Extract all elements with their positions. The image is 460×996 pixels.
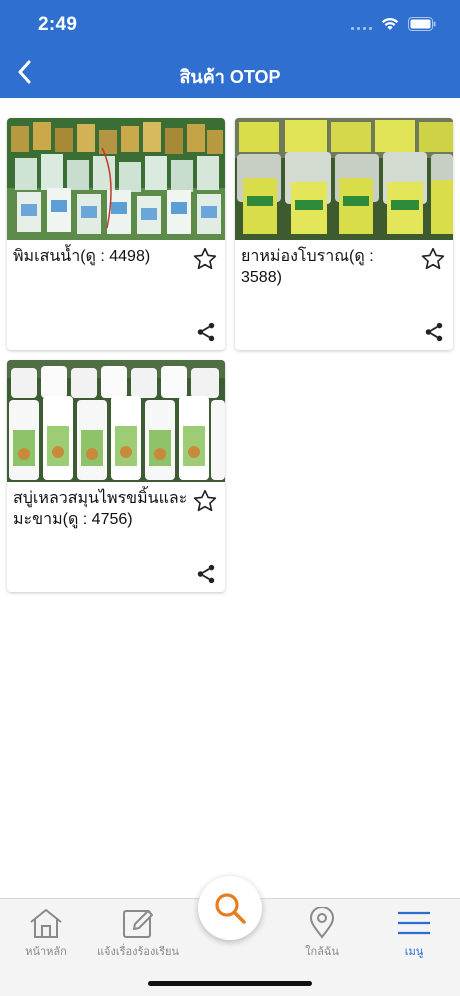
product-title: ยาหม่องโบราณ(ดู : 3588) — [241, 248, 374, 286]
search-button[interactable] — [198, 876, 262, 940]
product-image — [235, 118, 453, 240]
hamburger-menu-icon — [398, 911, 430, 935]
star-outline-icon — [193, 247, 217, 270]
share-button[interactable] — [423, 321, 445, 343]
status-icons — [351, 16, 436, 31]
home-icon — [30, 909, 62, 938]
product-card[interactable]: พิมเสนน้ำ(ดู : 4498) — [7, 118, 225, 350]
status-time: 2:49 — [38, 14, 78, 35]
product-card[interactable]: สบู่เหลวสมุนไพรขมิ้นและมะขาม(ดู : 4756) — [7, 360, 225, 592]
product-image — [7, 118, 225, 240]
page-title: สินค้า OTOP — [179, 67, 281, 87]
star-outline-icon — [193, 489, 217, 512]
location-pin-icon — [309, 907, 335, 939]
share-icon — [197, 322, 215, 342]
product-title: พิมเสนน้ำ(ดู : 4498) — [13, 248, 151, 265]
tab-report[interactable]: แจ้งเรื่องร้องเรียน — [92, 907, 184, 960]
search-icon — [215, 893, 246, 924]
home-indicator — [148, 981, 312, 986]
tab-home[interactable]: หน้าหลัก — [0, 907, 92, 960]
signal-icon — [351, 18, 372, 30]
favorite-button[interactable] — [192, 246, 218, 272]
wifi-icon — [380, 16, 400, 31]
share-button[interactable] — [195, 563, 217, 585]
product-title: สบู่เหลวสมุนไพรขมิ้นและมะขาม(ดู : 4756) — [13, 490, 188, 528]
star-outline-icon — [421, 247, 445, 270]
edit-icon — [123, 910, 153, 938]
app-header: 2:49 สินค้า OTOP — [0, 0, 460, 98]
share-button[interactable] — [195, 321, 217, 343]
share-icon — [197, 564, 215, 584]
product-card[interactable]: ยาหม่องโบราณ(ดู : 3588) — [235, 118, 453, 350]
tab-menu-label: เมนู — [404, 946, 424, 958]
tab-home-label: หน้าหลัก — [25, 946, 67, 958]
tab-menu[interactable]: เมนู — [368, 907, 460, 960]
share-icon — [425, 322, 443, 342]
tab-nearby-label: ใกล้ฉัน — [305, 946, 339, 958]
tab-report-label: แจ้งเรื่องร้องเรียน — [96, 946, 180, 958]
tab-nearby[interactable]: ใกล้ฉัน — [276, 907, 368, 960]
product-image — [7, 360, 225, 482]
favorite-button[interactable] — [420, 246, 446, 272]
favorite-button[interactable] — [192, 488, 218, 514]
screen: 2:49 สินค้า OTOP พิมเสนน้ำ(ดู: 4498) ยา… — [0, 0, 460, 996]
battery-icon — [408, 16, 436, 31]
